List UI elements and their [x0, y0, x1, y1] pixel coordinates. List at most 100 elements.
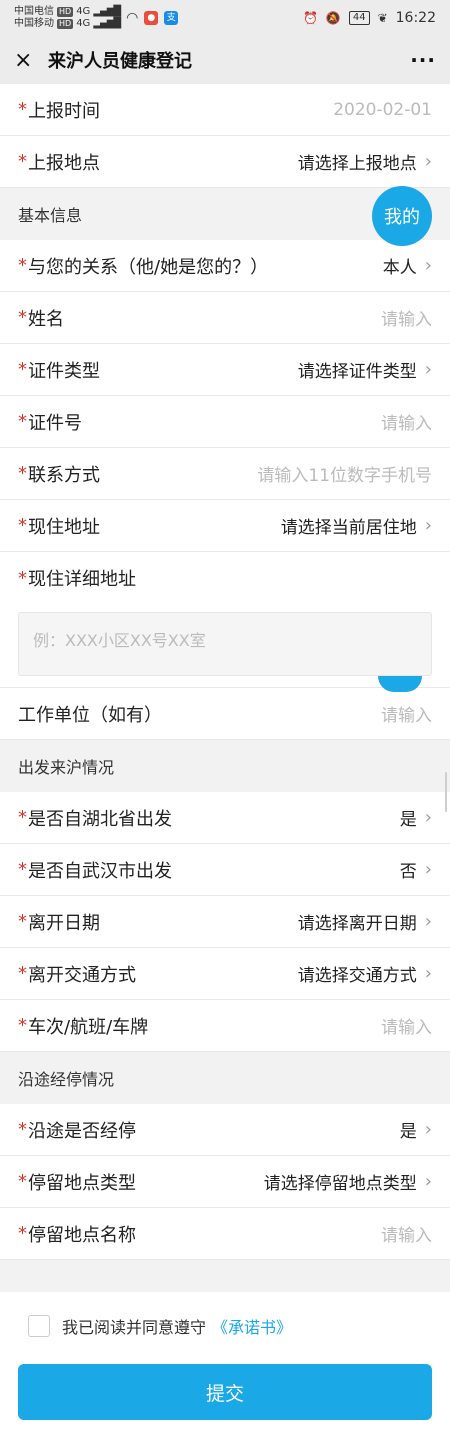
report-time-value[interactable]: 2020-02-01: [333, 100, 432, 120]
id-no-input[interactable]: 请输入: [381, 409, 432, 434]
address-detail-textarea[interactable]: 例：XXX小区XX号XX室: [18, 612, 432, 676]
required-mark: *: [18, 515, 27, 536]
submit-button[interactable]: 提交: [18, 1364, 432, 1420]
row-work-unit[interactable]: 工作单位（如有） 请输入: [0, 676, 450, 740]
address-select[interactable]: 请选择当前居住地 ›: [281, 513, 432, 538]
scrollbar[interactable]: [445, 772, 447, 812]
report-place-text: 上报地点: [28, 152, 100, 174]
agree-text: 我已阅读并同意遵守: [62, 1318, 207, 1337]
section-basic-info: 基本信息 我的: [0, 186, 450, 246]
row-stop-name[interactable]: * 停留地点名称 请输入: [0, 1208, 450, 1260]
row-stop-type[interactable]: * 停留地点类型 请选择停留地点类型 ›: [0, 1156, 450, 1208]
address-label: * 现住地址: [18, 513, 100, 539]
row-id-no[interactable]: * 证件号 请输入: [0, 396, 450, 448]
section-departure: 出发来沪情况: [0, 740, 450, 792]
stop-type-label: * 停留地点类型: [18, 1169, 136, 1195]
mine-float-button[interactable]: 我的: [372, 186, 432, 246]
row-vehicle-no[interactable]: * 车次/航班/车牌 请输入: [0, 1000, 450, 1052]
required-mark: *: [18, 1119, 27, 1140]
from-wuhan-select[interactable]: 否 ›: [400, 857, 432, 882]
mute-icon: 🔕: [325, 11, 341, 25]
vehicle-no-label: * 车次/航班/车牌: [18, 1013, 148, 1039]
required-mark: *: [18, 1223, 27, 1244]
hd-badge: HD: [57, 7, 74, 17]
carrier-line-2: 中国移动 HD 4G ▂▄▆█: [14, 18, 121, 30]
network-1: 4G: [76, 6, 91, 17]
row-from-hubei[interactable]: * 是否自湖北省出发 是 ›: [0, 792, 450, 844]
stopover-text: 沿途是否经停: [28, 1120, 136, 1142]
network-2: 4G: [76, 18, 91, 29]
work-unit-label: 工作单位（如有）: [18, 704, 162, 726]
relation-text: 与您的关系（他/她是您的？）: [28, 256, 269, 278]
from-wuhan-label: * 是否自武汉市出发: [18, 857, 172, 883]
name-text: 姓名: [28, 308, 64, 330]
mine-float-button-edge: [378, 676, 422, 692]
vehicle-no-text: 车次/航班/车牌: [28, 1016, 149, 1038]
leave-date-select[interactable]: 请选择离开日期 ›: [298, 909, 432, 934]
more-icon[interactable]: ···: [410, 48, 436, 72]
nav-bar: × 来沪人员健康登记 ···: [0, 36, 450, 84]
status-left: 中国电信 HD 4G ▂▄▆█ 中国移动 HD 4G ▂▄▆█ ◠ ● 支: [14, 6, 179, 30]
required-mark: *: [18, 307, 27, 328]
required-mark: *: [18, 151, 27, 172]
id-no-label: * 证件号: [18, 409, 82, 435]
required-mark: *: [18, 1015, 27, 1036]
required-mark: *: [18, 963, 27, 984]
contact-text: 联系方式: [28, 464, 100, 486]
report-place-select[interactable]: 请选择上报地点 ›: [298, 149, 432, 174]
id-type-text: 证件类型: [28, 360, 100, 382]
section-departure-title: 出发来沪情况: [18, 758, 115, 777]
stop-type-select[interactable]: 请选择停留地点类型 ›: [264, 1169, 432, 1194]
leave-date-label: * 离开日期: [18, 909, 100, 935]
contact-input[interactable]: 请输入11位数字手机号: [257, 461, 432, 486]
row-leave-transport[interactable]: * 离开交通方式 请选择交通方式 ›: [0, 948, 450, 1000]
carrier-2: 中国移动: [14, 18, 54, 29]
leave-transport-value: 请选择交通方式: [297, 966, 417, 986]
row-report-time[interactable]: * 上报时间 2020-02-01: [0, 84, 450, 136]
report-place-value: 请选择上报地点: [297, 154, 417, 174]
relation-value: 本人: [382, 258, 417, 278]
id-type-value: 请选择证件类型: [297, 362, 417, 382]
leave-date-value: 请选择离开日期: [297, 914, 417, 934]
row-name[interactable]: * 姓名 请输入: [0, 292, 450, 344]
report-time-label: * 上报时间: [18, 97, 100, 123]
work-unit-input[interactable]: 请输入: [381, 701, 432, 726]
name-input[interactable]: 请输入: [381, 305, 432, 330]
from-hubei-select[interactable]: 是 ›: [400, 805, 432, 830]
relation-label: * 与您的关系（他/她是您的？）: [18, 253, 268, 279]
agree-checkbox[interactable]: [28, 1315, 50, 1337]
row-from-wuhan[interactable]: * 是否自武汉市出发 否 ›: [0, 844, 450, 896]
row-contact[interactable]: * 联系方式 请输入11位数字手机号: [0, 448, 450, 500]
report-place-label: * 上报地点: [18, 149, 100, 175]
from-wuhan-value: 否: [399, 862, 417, 882]
row-leave-date[interactable]: * 离开日期 请选择离开日期 ›: [0, 896, 450, 948]
id-type-label: * 证件类型: [18, 357, 100, 383]
address-detail-label: * 现住详细地址: [18, 565, 136, 591]
row-relation[interactable]: * 与您的关系（他/她是您的？） 本人 ›: [0, 240, 450, 292]
name-label: * 姓名: [18, 305, 64, 331]
required-mark: *: [18, 1171, 27, 1192]
section-stopover-title: 沿途经停情况: [18, 1070, 115, 1089]
chevron-right-icon: ›: [424, 151, 432, 172]
address-text: 现住地址: [28, 516, 100, 538]
chevron-right-icon: ›: [424, 255, 432, 276]
row-address[interactable]: * 现住地址 请选择当前居住地 ›: [0, 500, 450, 552]
agreement: 我已阅读并同意遵守 《承诺书》: [28, 1314, 292, 1338]
row-report-place[interactable]: * 上报地点 请选择上报地点 ›: [0, 136, 450, 188]
carrier-line-1: 中国电信 HD 4G ▂▄▆█: [14, 6, 121, 18]
chevron-right-icon: ›: [424, 1119, 432, 1140]
vehicle-no-input[interactable]: 请输入: [381, 1013, 432, 1038]
stop-name-input[interactable]: 请输入: [381, 1221, 432, 1246]
row-stopover[interactable]: * 沿途是否经停 是 ›: [0, 1104, 450, 1156]
stopover-select[interactable]: 是 ›: [400, 1117, 432, 1142]
stop-name-text: 停留地点名称: [28, 1224, 136, 1246]
row-id-type[interactable]: * 证件类型 请选择证件类型 ›: [0, 344, 450, 396]
leave-transport-select[interactable]: 请选择交通方式 ›: [298, 961, 432, 986]
chevron-right-icon: ›: [424, 807, 432, 828]
relation-select[interactable]: 本人 ›: [383, 253, 432, 278]
stop-name-label: * 停留地点名称: [18, 1221, 136, 1247]
pledge-link[interactable]: 《承诺书》: [212, 1314, 292, 1338]
id-type-select[interactable]: 请选择证件类型 ›: [298, 357, 432, 382]
close-icon[interactable]: ×: [14, 48, 42, 73]
id-no-text: 证件号: [28, 412, 82, 434]
